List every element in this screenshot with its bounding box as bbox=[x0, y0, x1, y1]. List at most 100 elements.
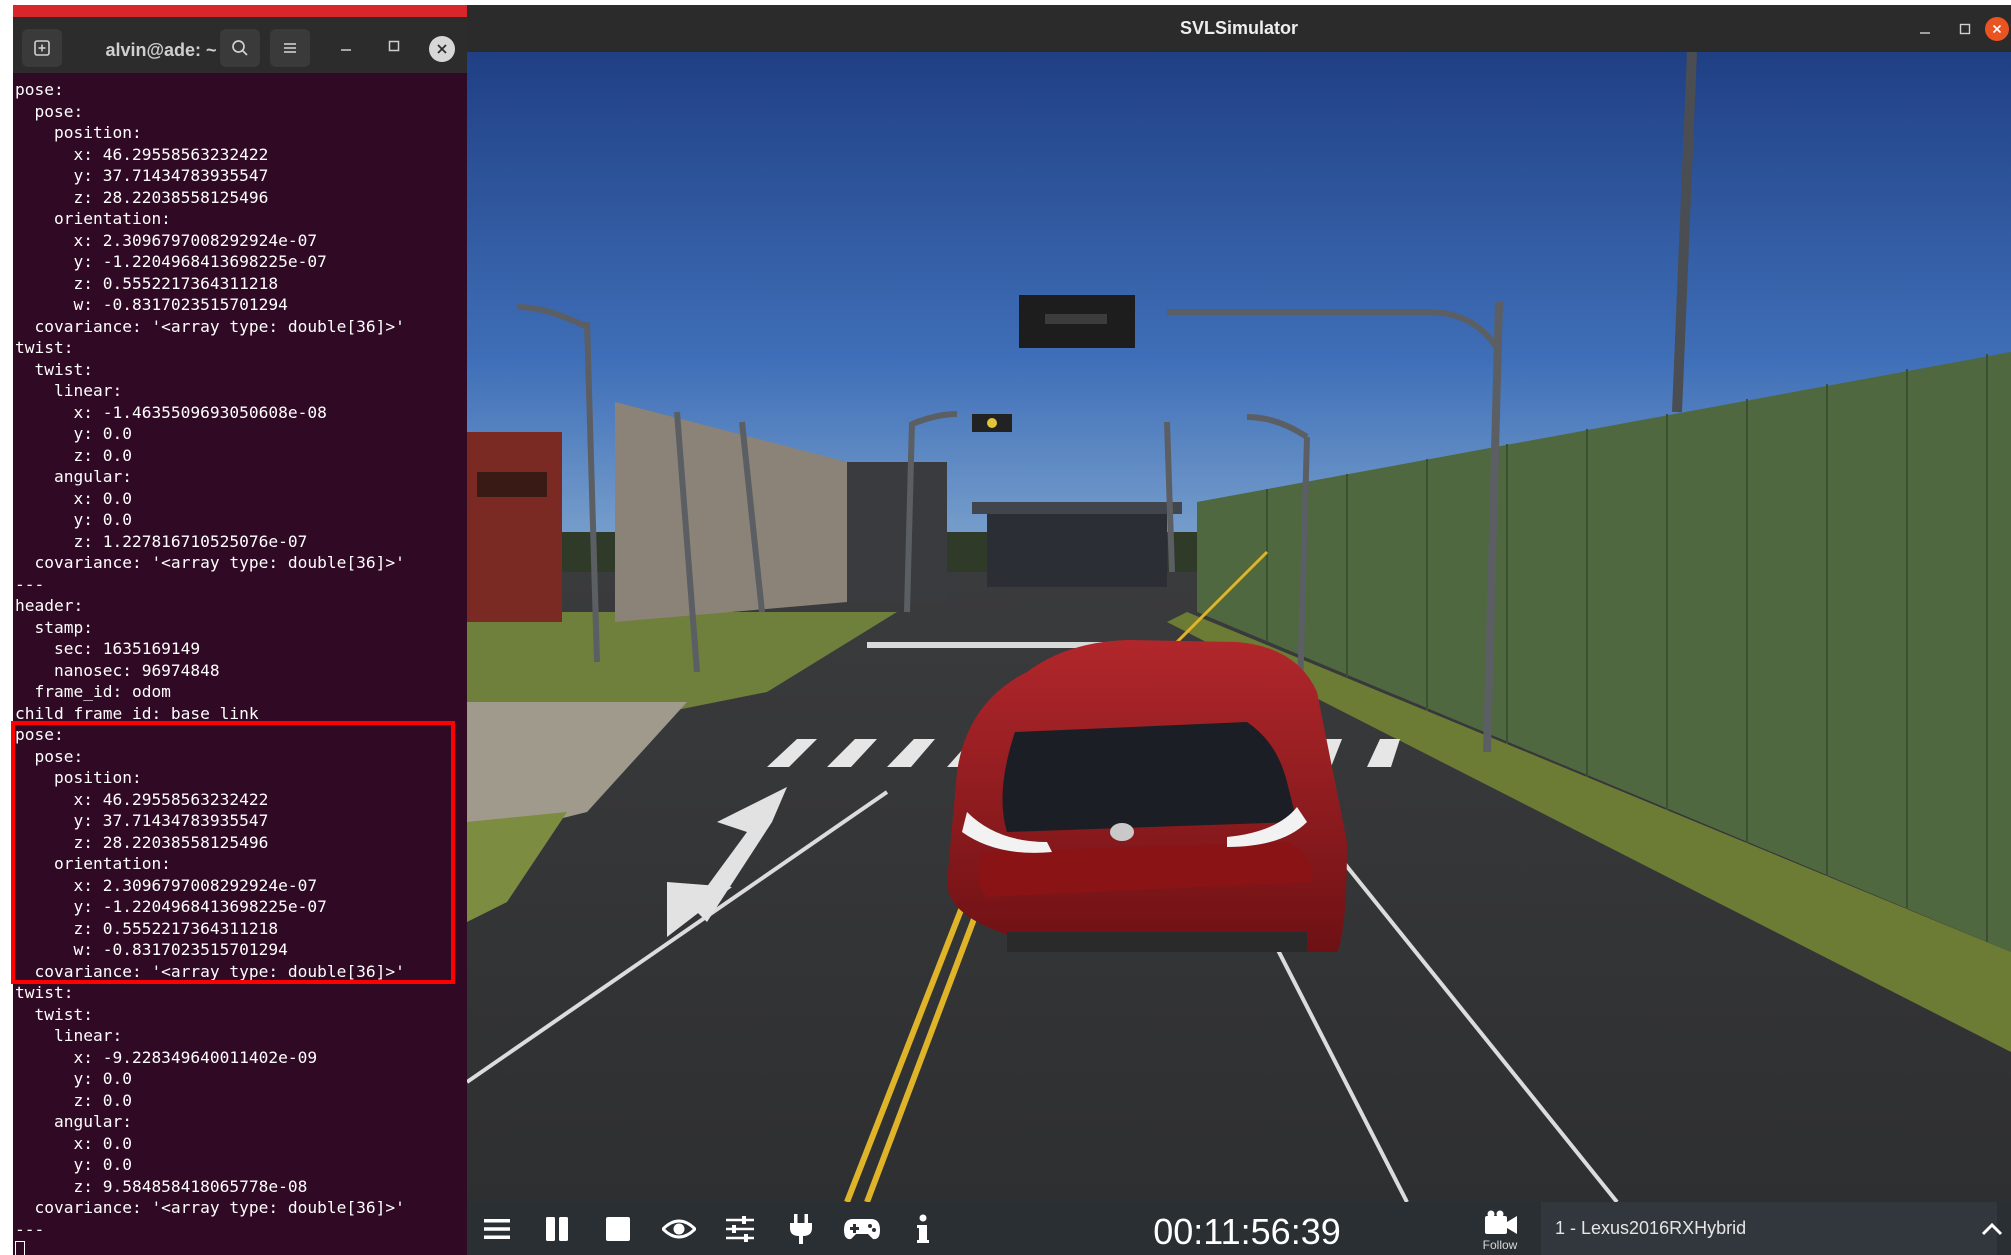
terminal-line: x: -1.4635509693050608e-08 bbox=[15, 402, 327, 422]
simulator-title: SVLSimulator bbox=[1179, 18, 1299, 38]
menu-button[interactable] bbox=[477, 1210, 517, 1248]
eye-icon bbox=[662, 1219, 696, 1239]
terminal-line: --- bbox=[15, 574, 45, 594]
terminal-lines: pose: pose: position: x: 46.295585632324… bbox=[15, 79, 467, 1240]
terminal-line: x: 2.3096797008292924e-07 bbox=[15, 230, 318, 250]
dark-building bbox=[847, 462, 947, 602]
simulator-maximize-button[interactable] bbox=[1950, 14, 1980, 44]
terminal-line: covariance: '<array type: double[36]>' bbox=[15, 316, 405, 336]
terminal-line: y: 0.0 bbox=[15, 510, 132, 529]
simulation-viewport[interactable] bbox=[467, 52, 2011, 1202]
terminal-line: orientation: bbox=[15, 209, 171, 228]
settings-sliders-button[interactable] bbox=[720, 1210, 760, 1248]
info-button[interactable] bbox=[903, 1210, 943, 1248]
simulation-timer: 00:11:56:39 bbox=[1153, 1211, 1341, 1252]
terminal-line: frame_id: odom bbox=[15, 682, 171, 701]
terminal-line: linear: bbox=[15, 1026, 123, 1045]
terminal-line: y: -1.2204968413698225e-07 bbox=[15, 252, 327, 271]
pose-highlight-box bbox=[11, 721, 455, 984]
sliders-icon bbox=[726, 1216, 754, 1242]
terminal-title: alvin@ade: ~ bbox=[105, 40, 217, 60]
visibility-button[interactable] bbox=[659, 1210, 699, 1248]
terminal-titlebar: alvin@ade: ~ bbox=[13, 17, 467, 73]
terminal-line: x: 0.0 bbox=[15, 1133, 132, 1153]
tunnel-structure bbox=[987, 507, 1167, 587]
terminal-line: y: 0.0 bbox=[15, 424, 132, 443]
maximize-icon bbox=[388, 40, 400, 52]
terminal-line: z: 1.227816710525076e-07 bbox=[15, 531, 308, 551]
menu-button[interactable] bbox=[270, 29, 310, 67]
terminal-line: pose: bbox=[15, 80, 64, 99]
terminal-line: x: 46.29558563232422 bbox=[15, 144, 269, 164]
terminal-line: z: 28.22038558125496 bbox=[15, 187, 269, 207]
terminal-line: x: -9.228349640011402e-09 bbox=[15, 1047, 318, 1067]
terminal-line: angular: bbox=[15, 1112, 132, 1131]
search-icon bbox=[232, 40, 248, 56]
simulator-toolbar: 00:11:56:39 Follow 1 - Lexus2016RXHybrid bbox=[467, 1202, 2011, 1255]
terminal-line: x: 0.0 bbox=[15, 488, 132, 508]
vehicle-select[interactable]: 1 - Lexus2016RXHybrid bbox=[1541, 1202, 1997, 1255]
terminal-line: y: 0.0 bbox=[15, 1155, 132, 1174]
ego-vehicle bbox=[947, 640, 1347, 952]
terminal-window: alvin@ade: ~ pose: pose: position: x: 46… bbox=[13, 5, 467, 1255]
pause-button[interactable] bbox=[537, 1210, 577, 1248]
info-icon bbox=[917, 1214, 929, 1243]
building-left bbox=[467, 432, 562, 622]
minimize-icon bbox=[1920, 32, 1930, 34]
close-icon bbox=[1992, 24, 2002, 34]
terminal-line: z: 0.5552217364311218 bbox=[15, 273, 279, 293]
search-button[interactable] bbox=[220, 29, 260, 67]
terminal-line: pose: bbox=[15, 101, 84, 121]
terminal-line: covariance: '<array type: double[36]>' bbox=[15, 553, 405, 572]
terminal-output[interactable]: pose: pose: position: x: 46.295585632324… bbox=[15, 79, 467, 1255]
terminal-line: nanosec: 96974848 bbox=[15, 660, 220, 680]
simulator-window: SVLSimulator 00:11:56:39 Follow 1 - Lexu… bbox=[467, 5, 2011, 1255]
video-camera-icon bbox=[1485, 1210, 1517, 1234]
terminal-line: header: bbox=[15, 596, 84, 615]
stop-button[interactable] bbox=[598, 1210, 638, 1248]
hamburger-menu-icon bbox=[284, 43, 296, 53]
plugin-button[interactable] bbox=[781, 1210, 821, 1248]
terminal-line: sec: 1635169149 bbox=[15, 639, 201, 658]
simulator-minimize-button[interactable] bbox=[1910, 14, 1940, 44]
terminal-maximize-button[interactable] bbox=[379, 31, 409, 61]
terminal-line: twist: bbox=[15, 983, 74, 1002]
terminal-close-button[interactable] bbox=[429, 36, 455, 62]
new-tab-button[interactable] bbox=[22, 29, 62, 67]
minimize-icon bbox=[341, 49, 351, 51]
terminal-minimize-button[interactable] bbox=[331, 31, 361, 61]
terminal-line: y: 0.0 bbox=[15, 1069, 132, 1088]
follow-camera-button[interactable] bbox=[1481, 1208, 1521, 1238]
gamepad-icon bbox=[844, 1219, 880, 1240]
close-icon bbox=[437, 44, 447, 54]
simulation-scene-render bbox=[467, 52, 2011, 1202]
terminal-accent-bar bbox=[13, 5, 467, 17]
pause-icon bbox=[546, 1217, 568, 1241]
plug-icon bbox=[790, 1214, 812, 1244]
follow-label: Follow bbox=[1482, 1238, 1518, 1252]
terminal-line: twist: bbox=[15, 359, 93, 379]
new-tab-icon bbox=[34, 40, 50, 56]
chevron-up-icon bbox=[1981, 1222, 2003, 1236]
simulator-titlebar: SVLSimulator bbox=[467, 5, 2011, 52]
terminal-line: z: 9.584858418065778e-08 bbox=[15, 1176, 308, 1196]
terminal-line: twist: bbox=[15, 1004, 93, 1024]
controls-button[interactable] bbox=[842, 1210, 882, 1248]
terminal-line: angular: bbox=[15, 467, 132, 486]
expand-button[interactable] bbox=[1977, 1214, 2007, 1244]
terminal-cursor bbox=[15, 1241, 25, 1255]
terminal-line: covariance: '<array type: double[36]>' bbox=[15, 1198, 405, 1217]
terminal-line: stamp: bbox=[15, 617, 93, 637]
terminal-line: z: 0.0 bbox=[15, 1090, 132, 1110]
terminal-line: position: bbox=[15, 123, 142, 142]
terminal-line: z: 0.0 bbox=[15, 445, 132, 465]
terminal-line: y: 37.71434783935547 bbox=[15, 166, 269, 185]
simulator-close-button[interactable] bbox=[1985, 17, 2009, 41]
vehicle-select-label: 1 - Lexus2016RXHybrid bbox=[1555, 1218, 1747, 1238]
stop-icon bbox=[606, 1217, 630, 1241]
hamburger-menu-icon bbox=[484, 1219, 510, 1239]
terminal-line: w: -0.8317023515701294 bbox=[15, 295, 288, 314]
terminal-line: linear: bbox=[15, 381, 123, 400]
maximize-icon bbox=[1959, 23, 1971, 35]
terminal-line: twist: bbox=[15, 338, 74, 357]
